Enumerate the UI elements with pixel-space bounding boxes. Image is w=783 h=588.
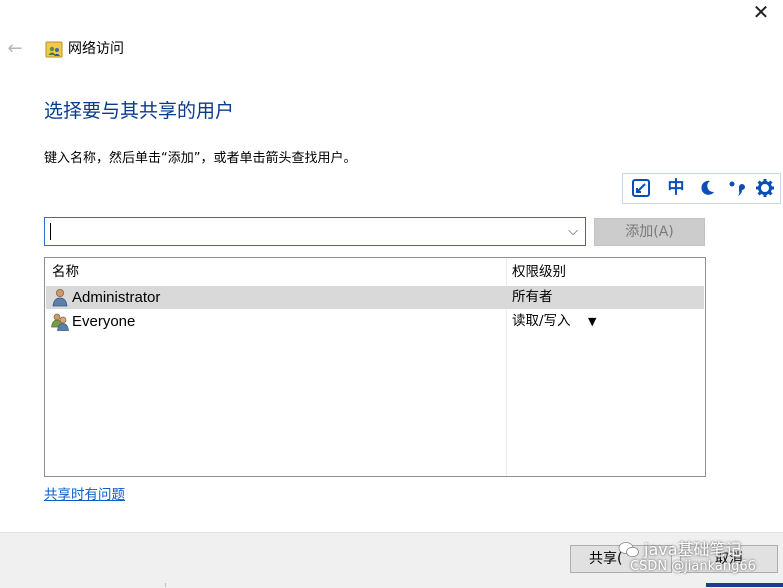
network-share-icon [45,41,63,58]
wechat-logo-icon [618,542,639,558]
user-name-input[interactable] [49,221,549,242]
user-name-combobox[interactable]: ⌵ [44,217,586,246]
taskbar-edge [706,583,783,587]
ime-halfwidth-moon-icon[interactable] [693,174,721,203]
instruction-text: 键入名称，然后单击“添加”，或者单击箭头查找用户。 [44,151,357,166]
list-row-everyone[interactable]: Everyone 读取/写入 ▼ [46,310,704,333]
divider [165,583,166,587]
ime-chinese-mode[interactable]: 中 [661,174,691,203]
ime-toolbar: 中 [622,173,781,204]
ime-settings-gear-icon[interactable] [751,174,779,203]
page-heading: 选择要与其共享的用户 [44,100,235,122]
window-title: 网络访问 [68,41,124,57]
ime-keyboard-icon[interactable] [627,174,655,203]
add-button[interactable]: 添加(A) [594,218,705,246]
watermark-credit: CSDN @jiankang66 [630,559,756,574]
back-button[interactable]: ← [4,38,26,60]
user-permission-list[interactable]: 名称 权限级别 Administrator 所有者 Everyone 读取/写入… [44,257,706,477]
user-name: Administrator [72,289,161,306]
permission-level: 所有者 [512,289,553,305]
chevron-down-icon[interactable]: ⌵ [565,221,581,242]
column-header-name[interactable]: 名称 [52,262,79,282]
list-row-administrator[interactable]: Administrator 所有者 [46,286,704,309]
user-name: Everyone [72,313,136,330]
sharing-help-link[interactable]: 共享时有问题 [44,485,125,505]
caret-down-icon[interactable]: ▼ [588,310,596,333]
text-caret [50,223,51,240]
user-icon [52,289,68,307]
ime-punctuation-icon[interactable] [723,174,751,203]
column-header-permission[interactable]: 权限级别 [512,262,566,282]
close-button[interactable]: ✕ [746,0,776,24]
group-icon [51,313,69,331]
permission-level: 读取/写入 [512,313,571,329]
